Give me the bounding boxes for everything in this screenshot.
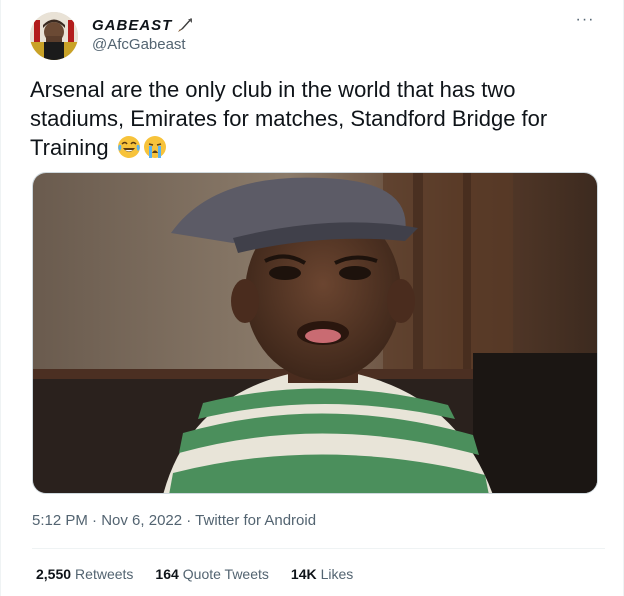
tweet-date[interactable]: Nov 6, 2022 [101, 512, 182, 529]
quill-pen-icon [176, 16, 194, 34]
meta-separator: · [87, 512, 102, 529]
avatar-image [30, 12, 78, 60]
laughing-tears-emoji [117, 135, 141, 159]
tweet-media[interactable] [32, 172, 598, 494]
tweet-card: GABEAST @AfcGabeast ··· Arsenal are the … [0, 0, 624, 596]
quote-tweets-label: Quote Tweets [182, 566, 269, 582]
quote-tweets-count: 164 [155, 566, 179, 582]
avatar[interactable] [30, 12, 78, 60]
display-name[interactable]: GABEAST [92, 17, 172, 34]
tweet-source[interactable]: Twitter for Android [195, 512, 316, 529]
name-row: GABEAST [92, 16, 194, 34]
crying-emoji [143, 135, 167, 159]
tweet-time[interactable]: 5:12 PM [32, 512, 88, 529]
likes-label: Likes [320, 566, 354, 582]
more-dots-icon[interactable]: ··· [573, 12, 597, 34]
retweets-label: Retweets [75, 566, 134, 582]
retweets-count: 2,550 [36, 566, 72, 582]
tweet-text: Arsenal are the only club in the world t… [30, 75, 600, 162]
tweet-header: GABEAST @AfcGabeast ··· [30, 12, 607, 64]
engagement-stats: 2,550 Retweets 164 Quote Tweets 14K Likes [36, 566, 353, 582]
tweet-body: Arsenal are the only club in the world t… [30, 77, 548, 160]
divider [32, 548, 605, 549]
likes-count: 14K [290, 566, 317, 582]
meme-photo [33, 173, 597, 493]
meta-separator: · [182, 512, 196, 529]
retweets-stat[interactable]: 2,550 Retweets [36, 566, 133, 582]
handle[interactable]: @AfcGabeast [92, 36, 186, 53]
tweet-metadata: 5:12 PM · Nov 6, 2022 · Twitter for Andr… [32, 512, 316, 529]
quote-tweets-stat[interactable]: 164 Quote Tweets [155, 566, 269, 582]
likes-stat[interactable]: 14K Likes [291, 566, 353, 582]
